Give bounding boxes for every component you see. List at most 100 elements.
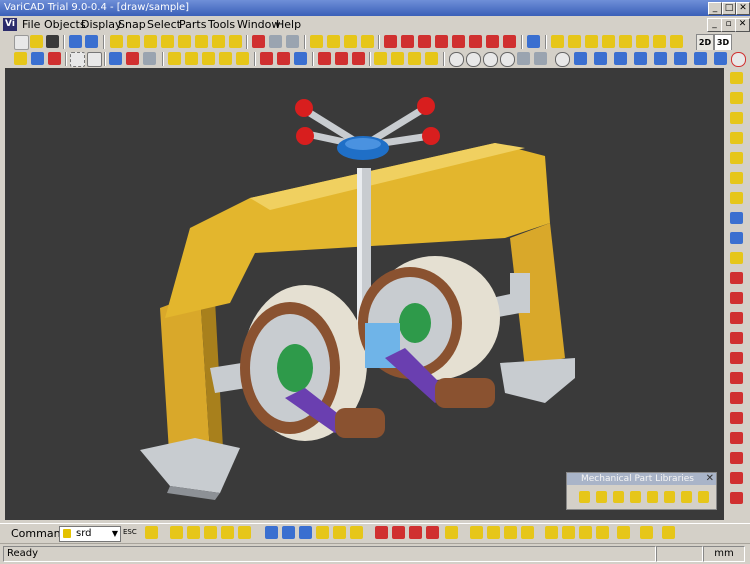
tool-red-5-icon[interactable]	[452, 35, 465, 48]
bearing-library-icon[interactable]	[647, 491, 658, 503]
cmd-tool-28-icon[interactable]	[662, 526, 675, 539]
box-icon[interactable]	[110, 35, 123, 48]
right-tool-18-icon[interactable]	[730, 412, 743, 424]
cmd-tool-5-icon[interactable]	[221, 526, 234, 539]
menu-snap[interactable]: Snap	[118, 17, 146, 32]
edit-2-icon[interactable]	[335, 52, 348, 65]
panel-close-button[interactable]: ✕	[706, 473, 714, 485]
layer-icon[interactable]	[143, 52, 156, 65]
zoom-all-icon[interactable]	[483, 52, 498, 67]
cmd-tool-13-icon[interactable]	[375, 526, 388, 539]
snap-3-icon[interactable]	[48, 52, 61, 65]
solid-a-icon[interactable]	[310, 35, 323, 48]
view-3-icon[interactable]	[585, 35, 598, 48]
right-tool-22-icon[interactable]	[730, 492, 743, 504]
view-1-icon[interactable]	[551, 35, 564, 48]
view-2-icon[interactable]	[568, 35, 581, 48]
pipe-icon[interactable]	[212, 35, 225, 48]
display-3-icon[interactable]	[614, 52, 627, 65]
display-1-icon[interactable]	[574, 52, 587, 65]
right-tool-21-icon[interactable]	[730, 472, 743, 484]
sphere-icon[interactable]	[161, 35, 174, 48]
undo-icon[interactable]	[69, 35, 82, 48]
cmd-tool-3-icon[interactable]	[187, 526, 200, 539]
washer-library-icon[interactable]	[613, 491, 624, 503]
cmd-tool-24-icon[interactable]	[579, 526, 592, 539]
command-input[interactable]: srd ▼	[59, 526, 121, 542]
shaft-icon[interactable]	[185, 52, 198, 65]
redo-icon[interactable]	[85, 35, 98, 48]
tool-red-7-icon[interactable]	[486, 35, 499, 48]
menu-tools[interactable]: Tools	[208, 17, 235, 32]
bearing-icon[interactable]	[236, 52, 249, 65]
measure-1-icon[interactable]	[374, 52, 387, 65]
boolean-2-icon[interactable]	[277, 52, 290, 65]
cmd-tool-8-icon[interactable]	[282, 526, 295, 539]
select-icon[interactable]	[527, 35, 540, 48]
right-tool-3-icon[interactable]	[730, 112, 743, 124]
measure-4-icon[interactable]	[425, 52, 438, 65]
solid-d-icon[interactable]	[361, 35, 374, 48]
insert-icon[interactable]	[252, 35, 265, 48]
cmd-tool-23-icon[interactable]	[562, 526, 575, 539]
cmd-tool-4-icon[interactable]	[204, 526, 217, 539]
right-tool-17-icon[interactable]	[730, 392, 743, 404]
cmd-tool-15-icon[interactable]	[409, 526, 422, 539]
cmd-tool-27-icon[interactable]	[640, 526, 653, 539]
cone-icon[interactable]	[144, 35, 157, 48]
maximize-button[interactable]: □	[722, 2, 736, 15]
panel-title-bar[interactable]: Mechanical Part Libraries ✕	[567, 473, 716, 485]
display-8-icon[interactable]	[714, 52, 727, 65]
cmd-tool-18-icon[interactable]	[470, 526, 483, 539]
edit-1-icon[interactable]	[318, 52, 331, 65]
display-6-icon[interactable]	[674, 52, 687, 65]
right-tool-1-icon[interactable]	[730, 72, 743, 84]
right-tool-15-icon[interactable]	[730, 352, 743, 364]
tool-red-2-icon[interactable]	[401, 35, 414, 48]
zoom-window-icon[interactable]	[500, 52, 515, 67]
escape-button[interactable]: ESC	[123, 528, 137, 536]
ring-library-icon[interactable]	[698, 491, 709, 503]
cut-icon[interactable]	[126, 52, 139, 65]
view-3d-button[interactable]: 3D	[714, 34, 732, 51]
wireframe-icon[interactable]	[87, 52, 102, 67]
display-2-icon[interactable]	[594, 52, 607, 65]
tool-red-3-icon[interactable]	[418, 35, 431, 48]
window-select-icon[interactable]	[70, 52, 85, 67]
3d-viewport[interactable]	[5, 68, 724, 520]
zoom-out-icon[interactable]	[466, 52, 481, 67]
cmd-tool-7-icon[interactable]	[265, 526, 278, 539]
key-library-icon[interactable]	[681, 491, 692, 503]
snap-1-icon[interactable]	[14, 52, 27, 65]
cmd-tool-22-icon[interactable]	[545, 526, 558, 539]
save-icon[interactable]	[46, 35, 59, 48]
measure-3-icon[interactable]	[408, 52, 421, 65]
bolt-library-icon[interactable]	[579, 491, 590, 503]
spring-library-icon[interactable]	[664, 491, 675, 503]
cmd-tool-26-icon[interactable]	[617, 526, 630, 539]
cmd-tool-6-icon[interactable]	[238, 526, 251, 539]
right-tool-9-icon[interactable]	[730, 232, 743, 244]
chevron-down-icon[interactable]: ▼	[112, 527, 118, 541]
menu-window[interactable]: Window	[237, 17, 280, 32]
color-icon[interactable]	[109, 52, 122, 65]
doc-minimize-button[interactable]: _	[707, 18, 722, 32]
boolean-1-icon[interactable]	[260, 52, 273, 65]
cmd-tool-9-icon[interactable]	[299, 526, 312, 539]
solid-c-icon[interactable]	[344, 35, 357, 48]
doc-close-button[interactable]: ✕	[735, 18, 750, 32]
view-8-icon[interactable]	[670, 35, 683, 48]
right-tool-5-icon[interactable]	[730, 152, 743, 164]
revolve-icon[interactable]	[195, 35, 208, 48]
close-button[interactable]: ✕	[736, 2, 750, 15]
cmd-tool-16-icon[interactable]	[426, 526, 439, 539]
right-tool-10-icon[interactable]	[730, 252, 743, 264]
cmd-tool-12-icon[interactable]	[350, 526, 363, 539]
cmd-tool-2-icon[interactable]	[170, 526, 183, 539]
spring-icon[interactable]	[219, 52, 232, 65]
right-tool-14-icon[interactable]	[730, 332, 743, 344]
right-tool-13-icon[interactable]	[730, 312, 743, 324]
zoom-previous-icon[interactable]	[731, 52, 746, 67]
new-file-icon[interactable]	[14, 35, 29, 50]
pan-icon[interactable]	[517, 52, 530, 65]
